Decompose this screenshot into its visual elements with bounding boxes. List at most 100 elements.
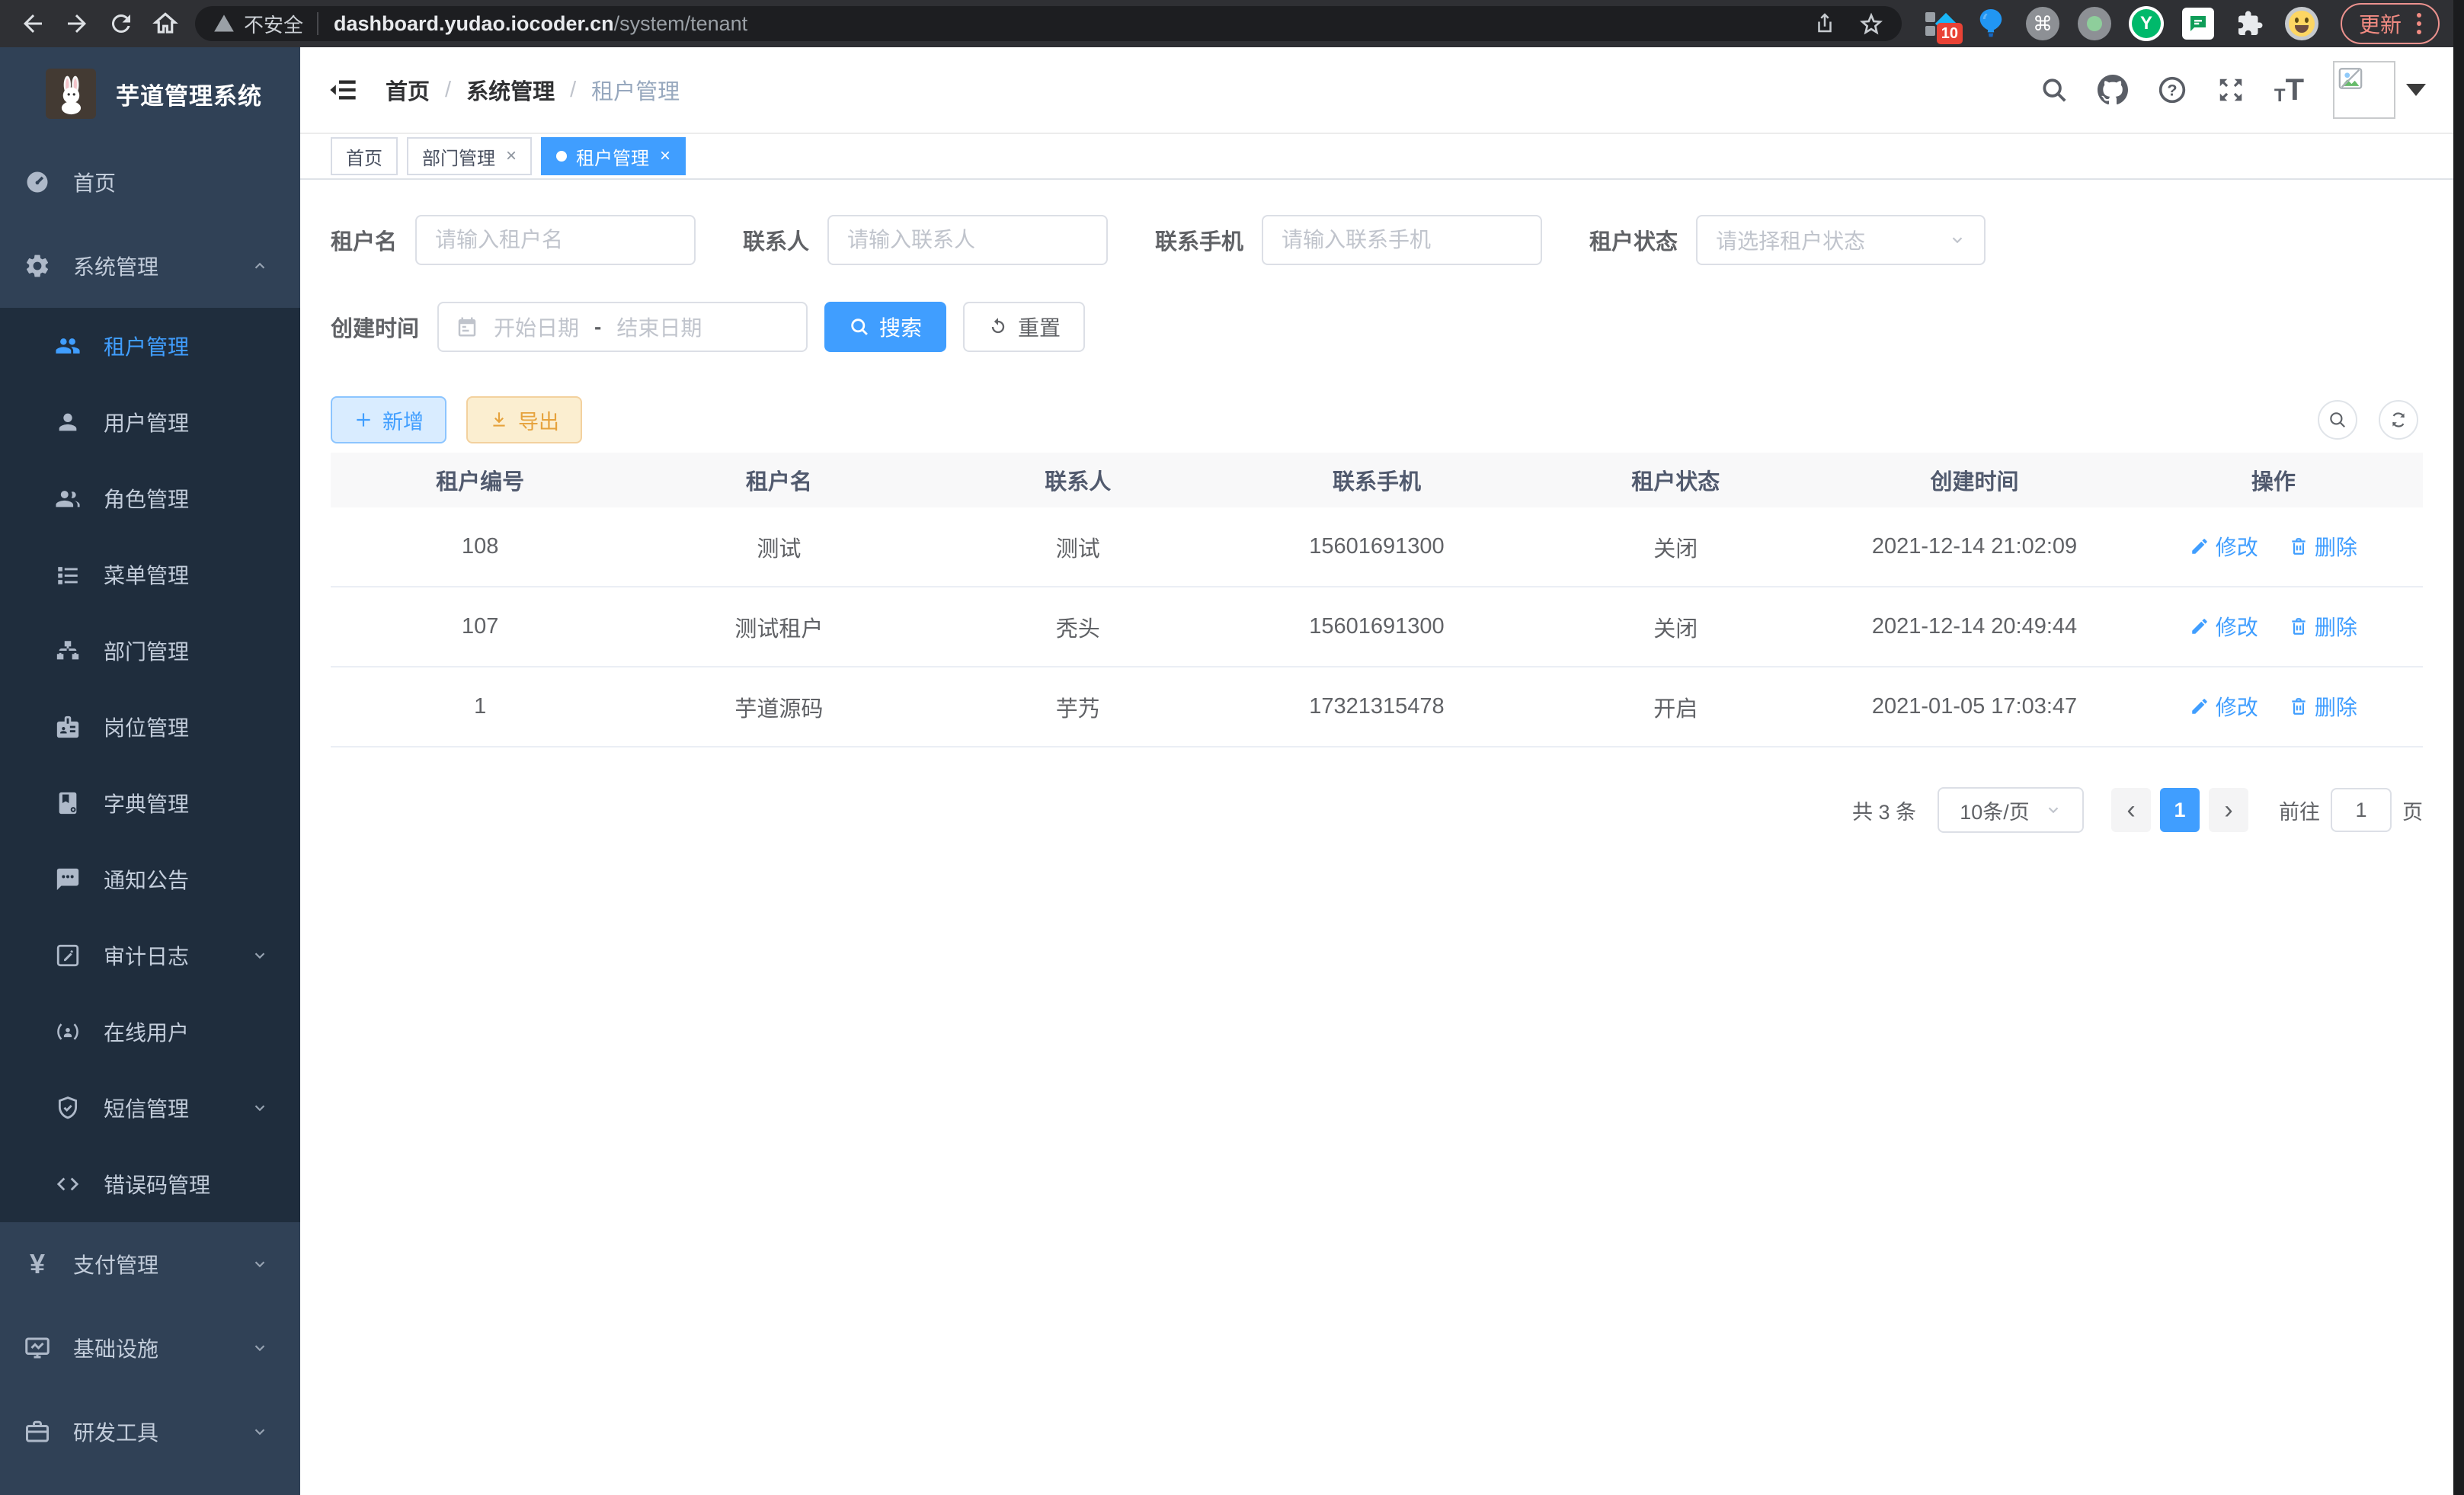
trash-icon <box>2289 616 2309 636</box>
sidebar-item-dev-tools[interactable]: 研发工具 <box>0 1390 300 1474</box>
github-icon[interactable] <box>2098 75 2128 105</box>
sidebar-item-tenant[interactable]: 租户管理 <box>0 308 300 384</box>
create-time-range-picker[interactable]: 开始日期 - 结束日期 <box>437 302 808 352</box>
sidebar-item-menu[interactable]: 菜单管理 <box>0 536 300 613</box>
filter-row-2: 创建时间 开始日期 - 结束日期 搜索 重置 <box>331 302 2423 352</box>
reset-button[interactable]: 重置 <box>963 302 1085 352</box>
edit-link[interactable]: 修改 <box>2190 611 2258 642</box>
header-search-icon[interactable] <box>2040 75 2069 104</box>
forward-icon[interactable] <box>55 2 99 46</box>
breadcrumb: 首页 / 系统管理 / 租户管理 <box>386 74 680 106</box>
user-menu[interactable] <box>2333 61 2426 119</box>
help-icon[interactable]: ? <box>2157 75 2187 105</box>
sidebar-item-sms[interactable]: 短信管理 <box>0 1070 300 1146</box>
extension-icon-recorder[interactable] <box>2077 6 2112 41</box>
toggle-search-icon[interactable] <box>2318 400 2357 440</box>
edit-link[interactable]: 修改 <box>2190 691 2258 722</box>
pagination: 共 3 条 10条/页 ‹ 1 › 前往 页 <box>331 787 2423 833</box>
col-status: 租户状态 <box>1526 453 1825 507</box>
chevron-down-icon <box>251 1340 268 1356</box>
sidebar-item-home[interactable]: 首页 <box>0 140 300 224</box>
back-icon[interactable] <box>11 2 55 46</box>
sidebar-item-post[interactable]: 岗位管理 <box>0 689 300 765</box>
filter-row-1: 租户名 联系人 联系手机 租户状态 请选择租户状态 <box>331 215 2423 265</box>
delete-link[interactable]: 删除 <box>2289 531 2357 562</box>
refresh-icon <box>987 316 1009 338</box>
breadcrumb-home[interactable]: 首页 <box>386 74 430 106</box>
sidebar-item-user[interactable]: 用户管理 <box>0 384 300 460</box>
trash-icon <box>2289 536 2309 556</box>
font-size-icon[interactable]: TT <box>2274 75 2304 105</box>
add-button[interactable]: 新增 <box>331 396 446 443</box>
extension-icon-emoji[interactable] <box>2284 6 2319 41</box>
sidebar-item-dept[interactable]: 部门管理 <box>0 613 300 689</box>
audit-log-icon <box>53 941 82 970</box>
sidebar-item-payment[interactable]: ¥ 支付管理 <box>0 1222 300 1306</box>
download-icon <box>489 410 509 430</box>
page-size-select[interactable]: 10条/页 <box>1938 787 2084 833</box>
col-tenant-name: 租户名 <box>629 453 928 507</box>
home-icon[interactable] <box>143 2 187 46</box>
share-icon[interactable] <box>1813 12 1836 35</box>
status-label: 租户状态 <box>1589 224 1678 256</box>
search-button[interactable]: 搜索 <box>824 302 946 352</box>
extension-icon-puzzle[interactable] <box>2232 6 2267 41</box>
reload-icon[interactable] <box>99 2 143 46</box>
status-text: 开启 <box>1526 667 1825 747</box>
extension-icon-badge[interactable]: 10 <box>1922 6 1957 41</box>
refresh-table-icon[interactable] <box>2379 400 2418 440</box>
edit-link[interactable]: 修改 <box>2190 531 2258 562</box>
gear-icon <box>23 251 52 280</box>
delete-link[interactable]: 删除 <box>2289 611 2357 642</box>
id-badge-icon <box>53 712 82 741</box>
tab-dept[interactable]: 部门管理 × <box>407 137 532 175</box>
status-text: 关闭 <box>1526 507 1825 587</box>
browser-menu-icon[interactable] <box>2417 13 2421 34</box>
tab-home[interactable]: 首页 <box>331 137 398 175</box>
sidebar-item-audit-log[interactable]: 审计日志 <box>0 917 300 994</box>
goto-page-input[interactable] <box>2331 788 2392 832</box>
col-created: 创建时间 <box>1825 453 2123 507</box>
delete-link[interactable]: 删除 <box>2289 691 2357 722</box>
sidebar-item-online-users[interactable]: 在线用户 <box>0 994 300 1070</box>
sidebar-item-role[interactable]: 角色管理 <box>0 460 300 536</box>
sidebar-item-notice[interactable]: 通知公告 <box>0 841 300 917</box>
sidebar: 芋道管理系统 首页 系统管理 租户管理 <box>0 47 300 1495</box>
sidebar-item-system[interactable]: 系统管理 <box>0 224 300 308</box>
status-select[interactable]: 请选择租户状态 <box>1696 215 1986 265</box>
col-actions: 操作 <box>2124 453 2423 507</box>
prev-page-button[interactable]: ‹ <box>2111 788 2151 832</box>
sidebar-toggle-icon[interactable] <box>328 75 358 105</box>
tenant-table: 租户编号 租户名 联系人 联系手机 租户状态 创建时间 操作 108 测试 测试 <box>331 453 2423 748</box>
tab-tenant-active[interactable]: 租户管理 × <box>541 137 686 175</box>
sidebar-item-infrastructure[interactable]: 基础设施 <box>0 1306 300 1390</box>
breadcrumb-system[interactable]: 系统管理 <box>466 74 555 106</box>
extension-icon-command[interactable]: ⌘ <box>2025 6 2060 41</box>
trash-icon <box>2289 696 2309 716</box>
avatar[interactable] <box>2333 61 2395 119</box>
fullscreen-icon[interactable] <box>2216 75 2245 104</box>
close-tab-icon[interactable]: × <box>506 146 517 167</box>
chevron-down-icon <box>251 1423 268 1440</box>
url-bar[interactable]: 不安全 dashboard.yudao.iocoder.cn/system/te… <box>195 6 1902 41</box>
extension-icon-yuque[interactable]: Y <box>2129 6 2164 41</box>
browser-toolbar: 不安全 dashboard.yudao.iocoder.cn/system/te… <box>0 0 2464 47</box>
update-label: 更新 <box>2359 8 2402 39</box>
table-row: 1 芋道源码 芋艿 17321315478 开启 2021-01-05 17:0… <box>331 667 2423 747</box>
sidebar-item-error-code[interactable]: 错误码管理 <box>0 1146 300 1222</box>
close-tab-icon[interactable]: × <box>660 146 670 167</box>
col-mobile: 联系手机 <box>1227 453 1526 507</box>
mobile-input[interactable] <box>1262 215 1542 265</box>
bookmark-star-icon[interactable] <box>1859 11 1883 36</box>
extension-icon-balloon[interactable] <box>1973 6 2008 41</box>
tenant-name-input[interactable] <box>415 215 696 265</box>
dashboard-icon <box>23 168 52 197</box>
export-button[interactable]: 导出 <box>466 396 582 443</box>
online-users-icon <box>53 1017 82 1046</box>
extension-icon-chat[interactable] <box>2181 6 2216 41</box>
browser-update-button[interactable]: 更新 <box>2341 3 2440 44</box>
contact-input[interactable] <box>827 215 1108 265</box>
next-page-button[interactable]: › <box>2209 788 2248 832</box>
page-1-button[interactable]: 1 <box>2160 788 2200 832</box>
sidebar-item-dict[interactable]: 字典管理 <box>0 765 300 841</box>
